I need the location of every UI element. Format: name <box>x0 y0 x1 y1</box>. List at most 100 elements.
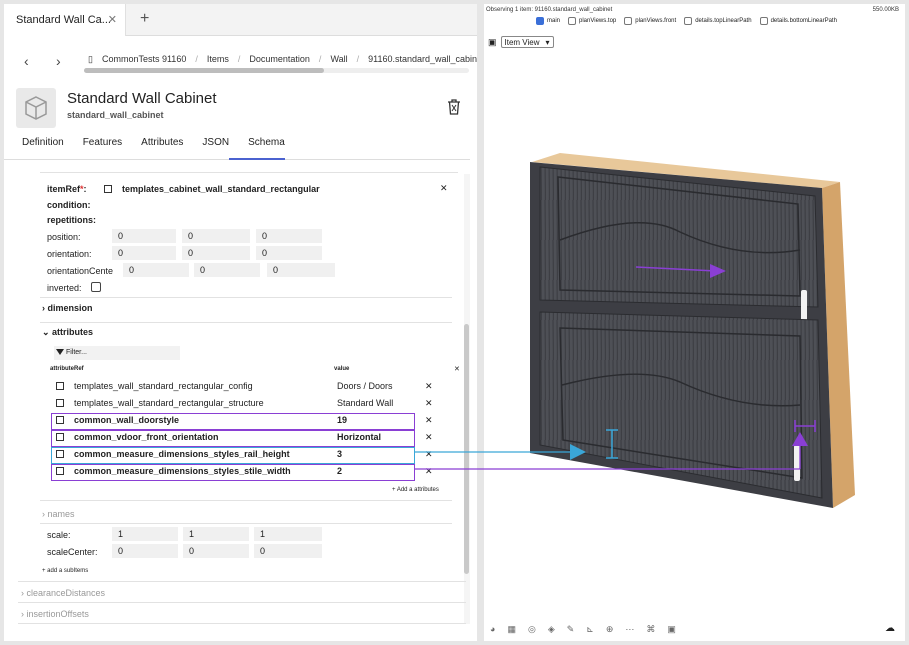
remove-attribute-icon[interactable]: ✕ <box>425 381 433 392</box>
attribute-value[interactable]: Standard Wall <box>337 398 393 408</box>
remove-attribute-icon[interactable]: ✕ <box>425 415 433 426</box>
divider <box>40 172 458 173</box>
add-tab-icon[interactable]: + <box>140 10 149 28</box>
section-tabs: Definition Features Attributes JSON Sche… <box>4 132 470 160</box>
remove-attribute-icon[interactable]: ✕ <box>425 466 433 477</box>
scale-y-input[interactable]: 1 <box>183 527 249 541</box>
back-icon[interactable]: ‹ <box>24 53 29 69</box>
dots-icon[interactable]: ⋯ <box>625 624 634 635</box>
orientation-z-input[interactable]: 0 <box>256 246 322 260</box>
schema-editor-pane: Standard Wall Ca... ✕ + ‹ › ▯ CommonTest… <box>4 4 477 641</box>
external-link-icon[interactable] <box>56 416 64 424</box>
hierarchy-icon[interactable]: ⌘ <box>646 624 655 635</box>
item-viewer-pane: Observing 1 item: 91160.standard_wall_ca… <box>484 4 905 641</box>
tab-attributes[interactable]: Attributes <box>122 132 183 160</box>
grid-icon[interactable]: ▦ <box>507 624 516 635</box>
external-link-icon[interactable] <box>56 450 64 458</box>
remove-attribute-icon[interactable]: ✕ <box>425 432 433 443</box>
external-link-icon[interactable] <box>56 382 64 390</box>
scale-center-z-input[interactable]: 0 <box>254 544 322 558</box>
breadcrumb: ▯ CommonTests 91160/ Items / Documentatio… <box>88 54 477 65</box>
orientation-label: orientation: <box>47 249 92 259</box>
dimension-section[interactable]: › dimension <box>42 303 93 313</box>
attribute-value[interactable]: 3 <box>337 449 342 459</box>
item-ref-value[interactable]: templates_cabinet_wall_standard_rectangu… <box>104 184 320 194</box>
attribute-value[interactable]: 19 <box>337 415 347 425</box>
scale-center-y-input[interactable]: 0 <box>183 544 249 558</box>
position-y-input[interactable]: 0 <box>182 229 250 243</box>
filter-input[interactable]: Filter... <box>54 346 180 360</box>
image-icon[interactable]: ▣ <box>667 624 676 635</box>
attribute-value[interactable]: Horizontal <box>337 432 381 442</box>
orientation-center-y-input[interactable]: 0 <box>194 263 260 277</box>
col-header-value: value <box>334 366 350 372</box>
orientation-center-x-input[interactable]: 0 <box>123 263 189 277</box>
position-z-input[interactable]: 0 <box>256 229 322 243</box>
trash-icon[interactable] <box>446 98 462 119</box>
breadcrumb-scrollbar[interactable] <box>84 68 469 73</box>
scale-z-input[interactable]: 1 <box>254 527 322 541</box>
document-icon: ▯ <box>88 54 93 64</box>
breadcrumb-item[interactable]: Wall <box>330 54 347 65</box>
cabinet-3d-view[interactable] <box>484 4 905 641</box>
forward-icon[interactable]: › <box>56 53 61 69</box>
clearance-section[interactable]: › clearanceDistances <box>21 588 105 598</box>
lower-handle <box>794 445 800 481</box>
add-attributes-link[interactable]: + Add a attributes <box>392 487 439 493</box>
attribute-ref-link[interactable]: templates_wall_standard_rectangular_stru… <box>56 398 264 408</box>
schema-content: itemRef*: templates_cabinet_wall_standar… <box>4 164 470 641</box>
clear-all-icon[interactable]: ✕ <box>454 365 460 373</box>
close-icon[interactable]: ✕ <box>108 13 117 26</box>
measure-icon[interactable]: ⊾ <box>586 624 594 635</box>
external-link-icon[interactable] <box>56 433 64 441</box>
external-link-icon[interactable] <box>104 185 112 193</box>
vertical-scrollbar[interactable] <box>464 174 470 624</box>
box-icon[interactable]: ◈ <box>548 624 555 635</box>
cloud-download-icon[interactable]: ☁ <box>885 623 895 634</box>
attribute-value[interactable]: Doors / Doors <box>337 381 393 391</box>
attribute-ref-link[interactable]: common_measure_dimensions_styles_rail_he… <box>56 449 290 459</box>
breadcrumb-item[interactable]: CommonTests 91160 <box>102 54 186 65</box>
inverted-label: inverted: <box>47 283 82 293</box>
attribute-ref-link[interactable]: common_wall_doorstyle <box>56 415 179 425</box>
filter-placeholder: Filter... <box>65 349 87 356</box>
breadcrumb-item[interactable]: Items <box>207 54 229 65</box>
tab-features[interactable]: Features <box>64 132 122 160</box>
attribute-ref-link[interactable]: common_vdoor_front_orientation <box>56 432 219 442</box>
orientation-y-input[interactable]: 0 <box>182 246 250 260</box>
breadcrumb-item[interactable]: Documentation <box>249 54 310 65</box>
remove-item-ref-icon[interactable]: ✕ <box>440 183 448 194</box>
brush-icon[interactable]: ✎ <box>567 624 575 635</box>
scale-x-input[interactable]: 1 <box>112 527 178 541</box>
filter-icon <box>56 349 64 356</box>
remove-attribute-icon[interactable]: ✕ <box>425 398 433 409</box>
add-subitems-link[interactable]: + add a subItems <box>42 568 88 574</box>
tab-definition[interactable]: Definition <box>4 132 64 160</box>
names-section[interactable]: › names <box>42 509 75 519</box>
compass-icon[interactable]: ◎ <box>528 624 536 635</box>
attribute-ref-link[interactable]: templates_wall_standard_rectangular_conf… <box>56 381 253 391</box>
inverted-checkbox[interactable] <box>91 282 101 292</box>
divider <box>40 297 452 298</box>
divider <box>18 602 466 603</box>
breadcrumb-item[interactable]: 91160.standard_wall_cabinet <box>368 54 477 65</box>
orientation-center-z-input[interactable]: 0 <box>267 263 335 277</box>
attributes-section[interactable]: ⌄ attributes <box>42 327 93 338</box>
document-tab[interactable]: Standard Wall Ca... ✕ <box>4 4 126 36</box>
palette-icon[interactable]: ◕ <box>490 624 495 635</box>
external-link-icon[interactable] <box>56 467 64 475</box>
scale-center-x-input[interactable]: 0 <box>112 544 178 558</box>
orientation-x-input[interactable]: 0 <box>112 246 176 260</box>
item-ref-label: itemRef*: <box>47 184 87 194</box>
remove-attribute-icon[interactable]: ✕ <box>425 449 433 460</box>
scale-label: scale: <box>47 530 71 540</box>
tab-json[interactable]: JSON <box>183 132 229 160</box>
target-icon[interactable]: ⊕ <box>606 624 614 635</box>
attribute-ref-link[interactable]: common_measure_dimensions_styles_stile_w… <box>56 466 291 476</box>
position-x-input[interactable]: 0 <box>112 229 176 243</box>
attribute-value[interactable]: 2 <box>337 466 342 476</box>
tab-schema[interactable]: Schema <box>229 132 285 160</box>
insertion-section[interactable]: › insertionOffsets <box>21 609 89 619</box>
external-link-icon[interactable] <box>56 399 64 407</box>
orientation-center-label: orientationCente <box>47 266 114 276</box>
